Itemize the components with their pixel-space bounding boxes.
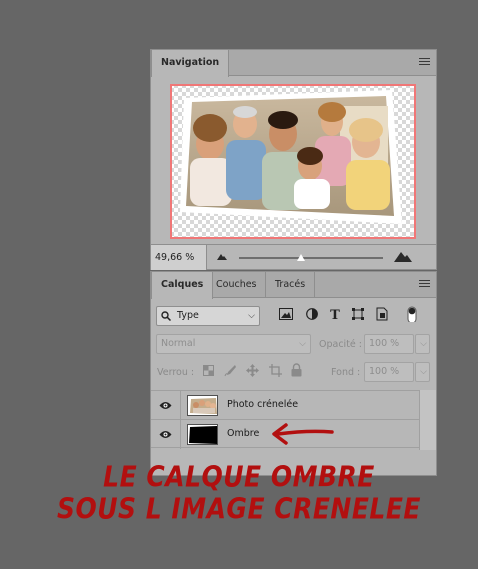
type-layer-filter-icon[interactable]: T: [329, 308, 345, 324]
lock-transparent-pixels-icon[interactable]: [203, 365, 219, 381]
zoom-slider-thumb[interactable]: [296, 254, 305, 261]
layer-row-photo[interactable]: Photo crénelée: [151, 390, 419, 420]
fill-field[interactable]: 100 %: [364, 362, 414, 382]
smart-object-filter-icon[interactable]: [376, 307, 392, 323]
lock-artboard-icon[interactable]: [269, 364, 285, 380]
zoom-field[interactable]: 49,66 %: [151, 245, 207, 270]
navigator-tabbar: Navigation: [151, 50, 436, 77]
filter-row: Type ⌵ T: [151, 306, 436, 332]
blend-mode-value: Normal: [161, 338, 196, 349]
visibility-toggle[interactable]: [151, 420, 181, 449]
proxy-view-frame[interactable]: [170, 84, 416, 239]
tab-navigation[interactable]: Navigation: [151, 50, 230, 77]
lock-image-pixels-icon[interactable]: [224, 364, 240, 380]
lock-row: Verrou : Fond : 100 % ⌵: [151, 362, 436, 388]
zoom-out-icon[interactable]: [217, 253, 227, 260]
lock-all-icon[interactable]: [291, 363, 307, 379]
layer-thumbnail-ombre: [187, 424, 218, 445]
filter-type-value: Type: [177, 310, 199, 321]
lock-position-icon[interactable]: [246, 364, 262, 380]
lock-label: Verrou :: [157, 367, 195, 378]
annotation-line-1: LE CALQUE OMBRE: [103, 459, 375, 494]
layers-scrollbar[interactable]: [419, 390, 436, 450]
layer-thumbnail-photo: [187, 395, 218, 416]
opacity-value: 100 %: [369, 338, 400, 349]
shape-layer-filter-icon[interactable]: [352, 308, 368, 324]
blend-mode-select[interactable]: Normal ⌵: [156, 334, 311, 354]
chevron-down-icon: ⌵: [420, 367, 427, 377]
chevron-down-icon: ⌵: [248, 311, 255, 321]
pixel-layer-filter-icon[interactable]: [279, 308, 295, 324]
annotation-line-2: SOUS L IMAGE CRENELEE: [57, 491, 421, 526]
opacity-label: Opacité :: [319, 339, 362, 350]
navigator-panel: Navigation 49,66 %: [150, 49, 437, 270]
opacity-field[interactable]: 100 %: [364, 334, 414, 354]
red-arrow-annotation: [272, 423, 334, 445]
filter-toggle-icon[interactable]: [407, 306, 423, 322]
svg-text:T: T: [330, 308, 340, 323]
panel-menu-icon[interactable]: [419, 58, 430, 67]
eye-icon: [159, 431, 172, 438]
zoom-slider-track[interactable]: [239, 257, 383, 259]
layers-tabbar: Calques Couches Tracés: [151, 272, 436, 299]
fill-label: Fond :: [331, 367, 361, 378]
chevron-down-icon: ⌵: [420, 339, 427, 349]
panel-menu-icon[interactable]: [419, 280, 430, 289]
eye-icon: [159, 402, 172, 409]
navigator-zoom-bar: 49,66 %: [151, 244, 436, 270]
fill-value: 100 %: [369, 366, 400, 377]
visibility-toggle[interactable]: [151, 391, 181, 420]
tab-calques[interactable]: Calques: [151, 272, 214, 299]
layer-name-photo[interactable]: Photo crénelée: [227, 399, 298, 410]
adjustment-layer-filter-icon[interactable]: [306, 308, 322, 324]
fill-dropdown[interactable]: ⌵: [415, 362, 430, 382]
zoom-in-icon[interactable]: [394, 251, 412, 262]
tab-couches[interactable]: Couches: [207, 272, 266, 298]
navigator-preview[interactable]: [170, 84, 416, 239]
blend-row: Normal ⌵ Opacité : 100 % ⌵: [151, 334, 436, 360]
tab-traces[interactable]: Tracés: [265, 272, 316, 298]
layer-name-ombre[interactable]: Ombre: [227, 428, 259, 439]
search-icon: [161, 311, 171, 321]
chevron-down-icon: ⌵: [299, 339, 306, 349]
filter-type-select[interactable]: Type ⌵: [156, 306, 260, 326]
opacity-dropdown[interactable]: ⌵: [415, 334, 430, 354]
